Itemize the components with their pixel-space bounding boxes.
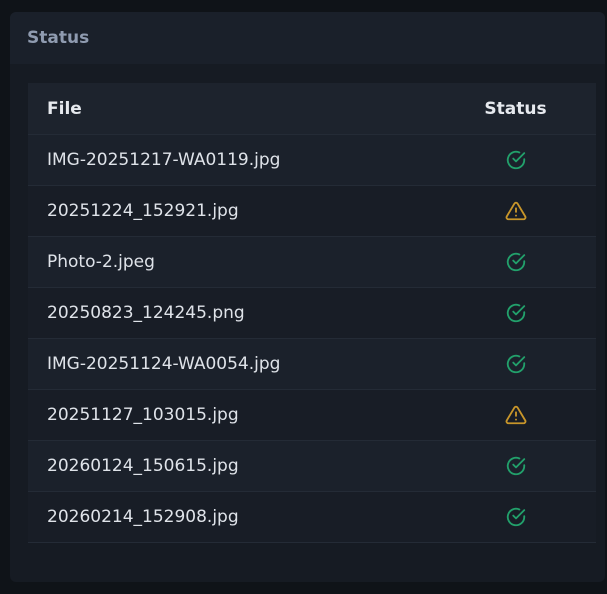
status-panel: Status File Status IMG-20251217-WA0119.j… <box>10 12 605 582</box>
status-table-container: File Status IMG-20251217-WA0119.jpg 2025… <box>28 83 596 543</box>
panel-header: Status <box>10 12 605 64</box>
status-cell <box>435 185 596 237</box>
status-table: File Status IMG-20251217-WA0119.jpg 2025… <box>28 83 596 543</box>
check-circle-icon <box>505 455 527 477</box>
file-name-cell: 20251224_152921.jpg <box>28 185 435 237</box>
status-cell <box>435 389 596 441</box>
column-header-file: File <box>28 83 435 135</box>
status-cell <box>435 134 596 186</box>
panel-title: Status <box>27 28 90 48</box>
file-name-cell: 20250823_124245.png <box>28 287 435 339</box>
status-cell <box>435 491 596 543</box>
column-header-status: Status <box>435 83 596 135</box>
table-row[interactable]: 20260214_152908.jpg <box>28 491 596 543</box>
warning-triangle-icon <box>505 200 527 222</box>
file-name-cell: 20260124_150615.jpg <box>28 440 435 492</box>
table-row[interactable]: 20251127_103015.jpg <box>28 389 596 441</box>
table-row[interactable]: 20251224_152921.jpg <box>28 185 596 237</box>
check-circle-icon <box>505 506 527 528</box>
file-name-cell: Photo-2.jpeg <box>28 236 435 288</box>
table-row[interactable]: Photo-2.jpeg <box>28 236 596 288</box>
check-circle-icon <box>505 251 527 273</box>
status-cell <box>435 287 596 339</box>
warning-triangle-icon <box>505 404 527 426</box>
table-body: IMG-20251217-WA0119.jpg 20251224_152921.… <box>28 134 596 543</box>
status-cell <box>435 440 596 492</box>
table-row[interactable]: 20260124_150615.jpg <box>28 440 596 492</box>
file-name-cell: 20260214_152908.jpg <box>28 491 435 543</box>
table-row[interactable]: 20250823_124245.png <box>28 287 596 339</box>
check-circle-icon <box>505 353 527 375</box>
table-row[interactable]: IMG-20251217-WA0119.jpg <box>28 134 596 186</box>
table-header-row: File Status <box>28 83 596 135</box>
check-circle-icon <box>505 149 527 171</box>
status-cell <box>435 236 596 288</box>
check-circle-icon <box>505 302 527 324</box>
file-name-cell: 20251127_103015.jpg <box>28 389 435 441</box>
status-cell <box>435 338 596 390</box>
file-name-cell: IMG-20251217-WA0119.jpg <box>28 134 435 186</box>
table-row[interactable]: IMG-20251124-WA0054.jpg <box>28 338 596 390</box>
file-name-cell: IMG-20251124-WA0054.jpg <box>28 338 435 390</box>
